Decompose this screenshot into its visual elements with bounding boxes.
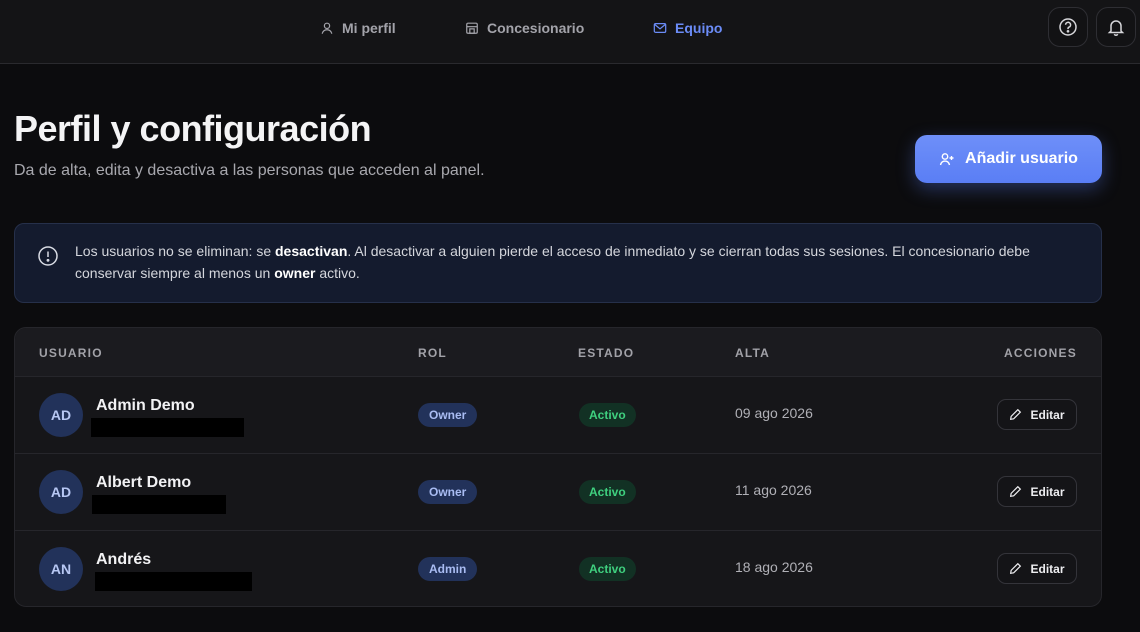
avatar: AN <box>39 547 83 591</box>
mail-icon <box>653 23 667 33</box>
user-icon <box>321 22 333 34</box>
store-icon <box>466 22 478 34</box>
redacted-email <box>95 572 252 591</box>
pencil-icon <box>1010 485 1022 498</box>
add-user-button[interactable]: Añadir usuario <box>915 135 1102 183</box>
table-row: AD Admin Demo Owner Activo 09 ago 2026 E… <box>15 377 1101 454</box>
pencil-icon <box>1010 408 1022 421</box>
role-badge: Admin <box>418 557 478 581</box>
column-header-rol: ROL <box>418 346 447 360</box>
info-text-bold: desactivan <box>275 243 348 259</box>
user-name: Admin Demo <box>96 397 195 414</box>
edit-button[interactable]: Editar <box>997 553 1077 584</box>
nav-item-label: Equipo <box>675 20 723 36</box>
created-date: 11 ago 2026 <box>735 482 812 498</box>
notifications-button[interactable] <box>1096 7 1136 47</box>
page-title: Perfil y configuración <box>14 108 372 149</box>
top-nav: Mi perfil Concesionario Equipo <box>0 0 1140 64</box>
status-badge: Activo <box>579 557 636 581</box>
nav-item-mi-perfil[interactable]: Mi perfil <box>320 18 396 38</box>
user-name: Albert Demo <box>96 474 192 491</box>
avatar: AD <box>39 470 83 514</box>
created-date: 18 ago 2026 <box>735 559 813 575</box>
edit-button[interactable]: Editar <box>997 476 1077 507</box>
column-header-estado: ESTADO <box>578 346 635 360</box>
edit-label: Editar <box>1030 484 1065 499</box>
pencil-icon <box>1010 562 1022 575</box>
help-button[interactable] <box>1048 7 1088 47</box>
user-name: Andrés <box>96 551 152 568</box>
table-header: USUARIO ROL ESTADO ALTA ACCIONES <box>15 328 1101 377</box>
nav-item-label: Concesionario <box>487 20 585 36</box>
info-text-part: activo. <box>315 265 360 281</box>
column-header-usuario: USUARIO <box>39 346 103 360</box>
role-badge: Owner <box>418 480 478 504</box>
help-icon <box>1059 18 1077 36</box>
redacted-email <box>91 418 244 437</box>
edit-label: Editar <box>1030 561 1065 576</box>
nav-item-equipo[interactable]: Equipo <box>653 18 722 38</box>
role-badge: Owner <box>418 403 478 427</box>
redacted-email <box>92 495 226 514</box>
add-user-label: Añadir usuario <box>965 150 1078 167</box>
column-header-alta: ALTA <box>735 346 771 360</box>
info-text: Los usuarios no se eliminan: se desactiv… <box>75 240 1075 284</box>
column-header-acciones: ACCIONES <box>1004 346 1077 360</box>
bell-icon <box>1107 20 1125 36</box>
edit-label: Editar <box>1030 407 1065 422</box>
status-badge: Activo <box>579 480 636 504</box>
nav-item-label: Mi perfil <box>342 20 396 36</box>
created-date: 09 ago 2026 <box>735 405 813 421</box>
info-banner: Los usuarios no se eliminan: se desactiv… <box>14 223 1102 303</box>
table-row: AD Albert Demo Owner Activo 11 ago 2026 … <box>15 454 1101 531</box>
status-badge: Activo <box>579 403 636 427</box>
users-table: USUARIO ROL ESTADO ALTA ACCIONES AD Admi… <box>14 327 1102 607</box>
table-row: AN Andrés Admin Activo 18 ago 2026 Edita… <box>15 531 1101 606</box>
info-icon <box>38 246 58 266</box>
info-text-bold: owner <box>274 265 316 281</box>
user-plus-icon <box>939 153 954 166</box>
page-subtitle: Da de alta, edita y desactiva a las pers… <box>14 162 485 179</box>
nav-item-concesionario[interactable]: Concesionario <box>465 18 584 38</box>
edit-button[interactable]: Editar <box>997 399 1077 430</box>
info-text-part: Los usuarios no se eliminan: se <box>75 243 275 259</box>
avatar: AD <box>39 393 83 437</box>
